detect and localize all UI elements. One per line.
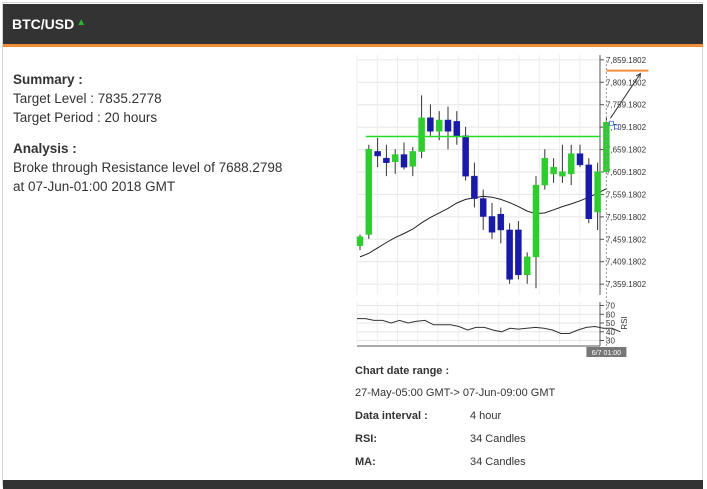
candle-down [444, 119, 452, 132]
candle-down [497, 214, 505, 231]
summary-heading: Summary : [13, 72, 83, 87]
header-bar: BTC/USD ▲ [3, 4, 703, 47]
candle-up [594, 171, 601, 213]
pair-name: BTC/USD [12, 16, 75, 32]
candle-down [462, 135, 469, 177]
candle-down [515, 229, 522, 276]
rsi-value: 34 Candles [470, 433, 526, 445]
candle-down [576, 153, 584, 166]
price-tick-label: 7,609.1802 [606, 168, 647, 177]
target-level: Target Level : 7835.2778 [13, 91, 162, 106]
candle-down [453, 121, 461, 136]
rsi-label: RSI: [355, 433, 377, 445]
target-period: Target Period : 20 hours [13, 110, 158, 125]
analysis-heading: Analysis : [13, 141, 77, 156]
candle-down [427, 117, 434, 132]
candle-up [567, 153, 575, 175]
candle-up [541, 157, 549, 186]
candle-up [523, 256, 531, 276]
price-tick-label: 7,859.1802 [606, 56, 647, 65]
candle-down [506, 229, 513, 280]
ma-value: 34 Candles [470, 456, 526, 468]
candle-down [383, 157, 390, 163]
price-tick-label: 7,459.1802 [606, 235, 647, 244]
price-tick-label: 7,659.1802 [606, 146, 647, 155]
analysis-line-2: at 07-Jun-01:00 2018 GMT [13, 179, 176, 194]
candle-down [471, 175, 478, 199]
candle-up [365, 148, 373, 235]
footer-bar [3, 480, 703, 489]
analysis-panel: Summary : Target Level : 7835.2778 Targe… [13, 70, 313, 208]
date-marker-label: 6/7 01:00 [592, 350, 621, 357]
triangle-up-icon: ▲ [76, 17, 87, 28]
breakout-marker [613, 124, 619, 130]
price-tick-label: 7,559.1802 [606, 190, 647, 199]
rsi-tick-label: 30 [606, 337, 615, 346]
candle-down [374, 151, 381, 157]
rsi-tick-label: 70 [606, 302, 615, 311]
ma-label: MA: [355, 456, 376, 468]
analysis-line-1: Broke through Resistance level of 7688.2… [13, 160, 283, 175]
interval-label: Data interval : [355, 410, 428, 422]
rsi-tick-label: 50 [606, 319, 615, 328]
candle-up [409, 151, 417, 167]
candle-up [550, 166, 557, 175]
rsi-axis-label: RSI [620, 316, 629, 329]
price-tick-label: 7,759.1802 [606, 101, 647, 110]
rsi-tick-label: 60 [606, 310, 615, 319]
candle-up [435, 119, 443, 132]
range-label: Chart date range : [355, 365, 450, 377]
price-tick-label: 7,409.1802 [606, 258, 647, 267]
pair-title: BTC/USD ▲ [12, 16, 86, 32]
interval-value: 4 hour [470, 410, 502, 422]
price-tick-label: 7,809.1802 [606, 78, 647, 87]
candle-up [391, 154, 399, 163]
breakout-marker [608, 120, 614, 126]
candle-up [418, 117, 425, 152]
summary-block: Summary : Target Level : 7835.2778 Targe… [13, 70, 313, 127]
candle-up [532, 184, 540, 258]
candle-up [559, 171, 566, 177]
price-tick-label: 7,359.1802 [606, 280, 647, 289]
candle-down [400, 154, 408, 168]
candle-down [479, 198, 487, 217]
price-tick-label: 7,509.1802 [606, 213, 647, 222]
analysis-block: Analysis : Broke through Resistance leve… [13, 139, 313, 196]
candle-down [488, 216, 496, 233]
candle-down [585, 164, 593, 219]
candle-up [356, 236, 364, 246]
candlestick-chart: 7,859.18027,809.18027,759.18027,709.1802… [356, 55, 649, 357]
range-value: 27-May-05:00 GMT-> 07-Jun-09:00 GMT [355, 387, 556, 399]
